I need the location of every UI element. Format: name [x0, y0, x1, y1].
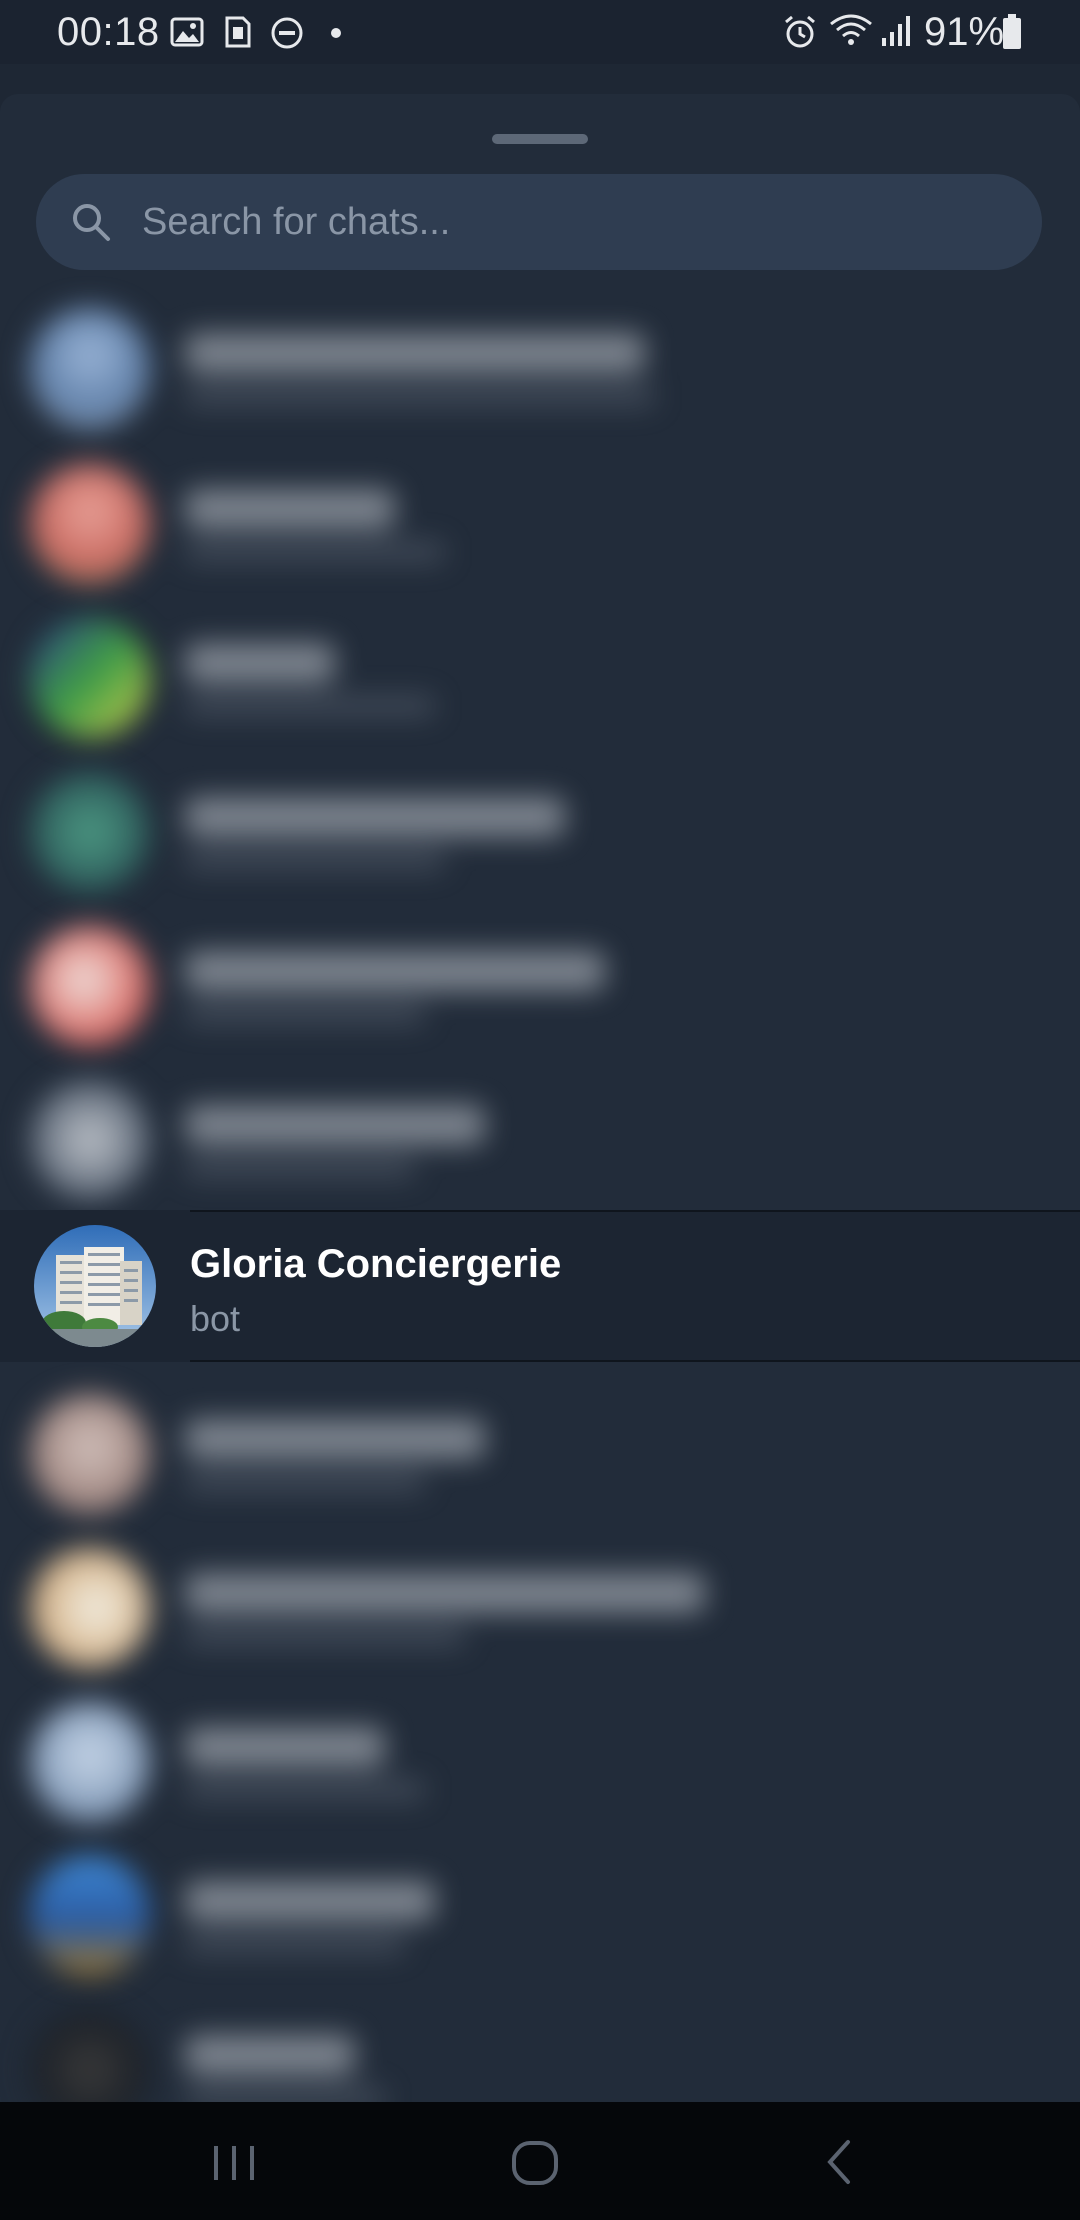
avatar [30, 1702, 150, 1822]
alarm-icon [782, 14, 818, 55]
chat-list-item[interactable] [0, 444, 1080, 594]
home-icon[interactable] [505, 2132, 565, 2192]
drag-handle[interactable] [492, 134, 588, 144]
divider [190, 1360, 1080, 1362]
search-bar[interactable] [36, 174, 1042, 270]
chat-list-item[interactable] [0, 1990, 1080, 2102]
dot-icon [330, 26, 342, 44]
status-time: 00:18 [57, 10, 160, 54]
battery-icon [1002, 14, 1022, 55]
chat-list-item[interactable] [0, 1682, 1080, 1832]
search-input[interactable] [142, 174, 1022, 270]
chat-subtitle: bot [190, 1298, 241, 1339]
do-not-disturb-icon [270, 16, 304, 55]
search-icon [69, 200, 113, 244]
chat-list-item[interactable] [0, 288, 1080, 438]
avatar [30, 1394, 150, 1514]
avatar [30, 926, 150, 1046]
chat-name: Gloria Conciergerie [190, 1242, 562, 1286]
recents-icon[interactable] [204, 2132, 264, 2192]
signal-icon [880, 14, 912, 53]
sim-card-icon [224, 16, 252, 53]
chat-list-item[interactable] [0, 752, 1080, 902]
avatar [34, 1225, 156, 1347]
wifi-icon [828, 12, 874, 53]
avatar [30, 618, 150, 738]
chat-list-item[interactable] [0, 906, 1080, 1056]
chat-list-item[interactable] [0, 598, 1080, 748]
chat-list-item[interactable] [0, 1374, 1080, 1524]
chat-list-item-gloria-conciergerie[interactable]: Gloria Conciergerie bot [0, 1210, 1080, 1362]
system-nav-bar [0, 2102, 1080, 2220]
avatar [30, 2010, 150, 2102]
battery-percent: 91% [924, 10, 1005, 54]
avatar [30, 772, 150, 892]
back-icon[interactable] [810, 2132, 870, 2192]
avatar [30, 464, 150, 584]
status-bar: 00:18 91% [0, 0, 1080, 64]
avatar [30, 1080, 150, 1200]
avatar [30, 308, 150, 428]
divider [190, 1210, 1080, 1212]
avatar [30, 1548, 150, 1668]
chat-list-item[interactable] [0, 1060, 1080, 1210]
chat-list-item[interactable] [0, 1836, 1080, 1986]
chat-picker-sheet: Gloria Conciergerie bot [0, 94, 1080, 2102]
gallery-icon [170, 16, 204, 53]
avatar [30, 1856, 150, 1976]
chat-list-item[interactable] [0, 1528, 1080, 1678]
